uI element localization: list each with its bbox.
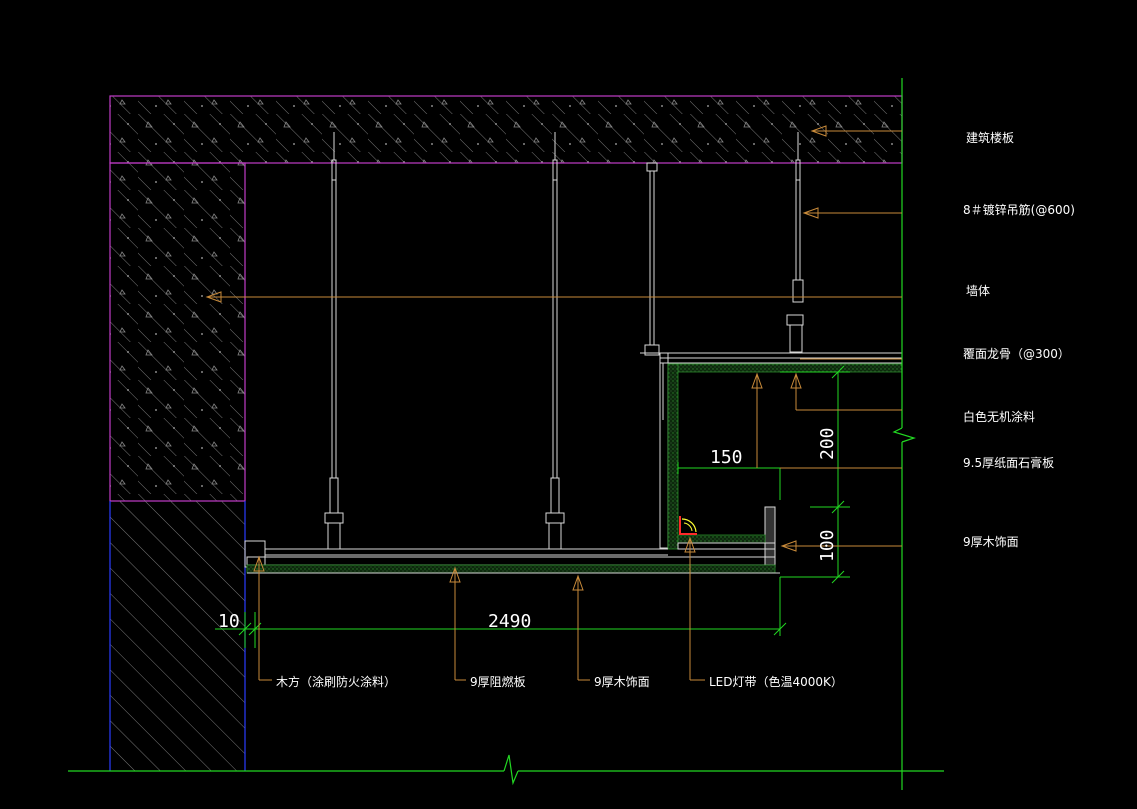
gypsum-board-top (667, 363, 903, 373)
leader-lines (205, 125, 902, 681)
label-gypsum-board: 9.5厚纸面石膏板 (963, 455, 1054, 470)
led-strip-symbol (679, 516, 697, 535)
label-wall: 墙体 (966, 284, 990, 298)
main-ceiling (244, 540, 780, 574)
label-wood-block: 木方（涂刷防火涂料） (276, 674, 396, 689)
label-led-strip: LED灯带（色温4000K） (709, 675, 843, 689)
dimension-100: 100 (817, 529, 838, 562)
gypsum-board-side (667, 363, 679, 550)
ceiling-section-drawing: 建筑楼板 8＃镀锌吊筋(@600) 墙体 覆面龙骨（@300） 白色无机涂料 9… (68, 78, 1075, 790)
dimension-150: 150 (710, 447, 743, 468)
dimension-lines (215, 365, 850, 648)
label-wood-finish-right: 9厚木饰面 (963, 535, 1019, 549)
floor-slab (109, 95, 903, 164)
label-hanger-rod: 8＃镀锌吊筋(@600) (963, 202, 1075, 217)
cove (677, 506, 776, 568)
label-white-paint: 白色无机涂料 (963, 409, 1035, 424)
label-floor-slab: 建筑楼板 (966, 130, 1014, 145)
label-keel: 覆面龙骨（@300） (963, 347, 1070, 361)
wall (109, 162, 246, 771)
dimension-10: 10 (218, 611, 240, 632)
dimension-200: 200 (817, 427, 838, 460)
dimension-2490: 2490 (488, 611, 531, 632)
label-fireproof-board: 9厚阻燃板 (470, 674, 526, 689)
hanger-rods (324, 132, 804, 550)
label-wood-finish-bottom: 9厚木饰面 (594, 675, 650, 689)
